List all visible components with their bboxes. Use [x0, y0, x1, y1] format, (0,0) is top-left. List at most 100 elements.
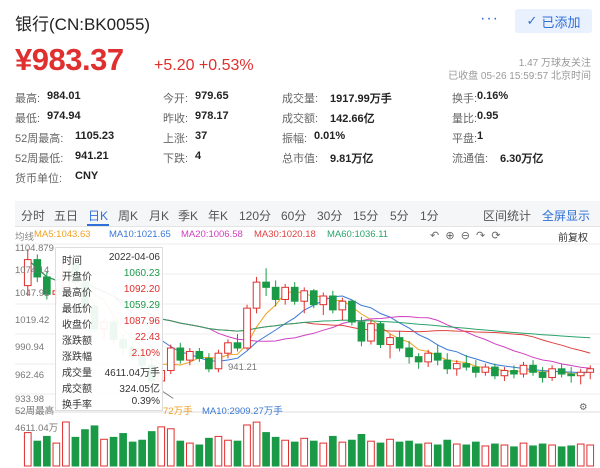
candle-body[interactable] [567, 373, 576, 377]
volume-bar [100, 438, 108, 467]
candle-body[interactable] [529, 364, 537, 373]
added-label: 已添加 [541, 14, 581, 30]
tab-10[interactable]: 15分 [353, 207, 378, 224]
candle-body[interactable] [386, 337, 394, 346]
volume-bar [462, 444, 471, 467]
candle-body[interactable] [271, 286, 280, 300]
candle-body[interactable] [519, 364, 528, 375]
tab-9[interactable]: 30分 [317, 207, 342, 224]
tab-7[interactable]: 120分 [239, 207, 271, 224]
tab-1[interactable]: 五日 [54, 207, 78, 224]
stat-value: 0.01% [314, 130, 346, 142]
tab-4[interactable]: 月K [149, 207, 169, 224]
candle-body[interactable] [500, 370, 509, 377]
volume-bar [62, 421, 70, 467]
candle-body[interactable] [309, 290, 318, 306]
candle-body[interactable] [185, 350, 194, 361]
stat-value: CNY [75, 170, 99, 182]
candle-body[interactable] [281, 286, 290, 300]
volume-bar [128, 441, 137, 467]
candle-body[interactable] [538, 371, 547, 378]
stat-label: 52周最高: [15, 133, 64, 145]
candle-body[interactable] [195, 350, 204, 359]
volume-bar [510, 446, 518, 467]
volume-bar [529, 445, 537, 467]
tab-5[interactable]: 季K [178, 207, 198, 224]
candle-body[interactable] [557, 368, 566, 375]
tab-12[interactable]: 1分 [420, 207, 439, 224]
tab-11[interactable]: 5分 [390, 207, 409, 224]
stat-label: 量比: [452, 113, 478, 125]
candle-body[interactable] [376, 323, 385, 346]
tab-3[interactable]: 周K [118, 207, 138, 224]
candle-body[interactable] [214, 352, 223, 370]
candle-body[interactable] [576, 371, 585, 377]
tab-2[interactable]: 日K [88, 207, 108, 224]
candle-body[interactable] [290, 286, 299, 302]
tab-6[interactable]: 年K [208, 207, 228, 224]
candle-body[interactable] [405, 347, 413, 358]
tooltip-label: 最高价 [62, 288, 92, 299]
stat-value: 941.21 [75, 150, 109, 162]
tooltip-label: 换手率 [62, 400, 92, 411]
candle-body[interactable] [548, 368, 556, 378]
stat-value: 4 [195, 150, 202, 162]
tooltip-label: 开盘价 [62, 272, 92, 283]
volume-bar [405, 440, 413, 467]
candle-body[interactable] [395, 337, 404, 349]
vol-settings-icon[interactable]: ⚙ [579, 402, 588, 413]
volume-bar [395, 441, 404, 467]
volume-bar [109, 436, 118, 467]
volume-bar [433, 444, 442, 467]
candle-body[interactable] [176, 347, 185, 361]
candle-body[interactable] [348, 300, 356, 323]
added-watchlist-button[interactable]: ✓ 已添加 [515, 9, 592, 33]
stat-value: 979.65 [195, 90, 229, 102]
ma-item: MA60:1036.11 [327, 229, 389, 240]
range-stats-link[interactable]: 区间统计 [483, 207, 531, 224]
candle-body[interactable] [491, 366, 499, 377]
tooltip-value: 4611.04万手 [104, 368, 160, 379]
tab-8[interactable]: 60分 [281, 207, 306, 224]
stat-label: 成交额: [282, 113, 319, 125]
candle-body[interactable] [443, 359, 452, 370]
candle-body[interactable] [357, 321, 366, 342]
more-menu-icon[interactable]: ··· [480, 10, 499, 28]
candle-body[interactable] [481, 366, 490, 373]
candle-body[interactable] [252, 281, 261, 309]
candle-body[interactable] [510, 370, 518, 375]
fullscreen-link[interactable]: 全屏显示 [542, 207, 590, 224]
volume-bar [138, 439, 147, 467]
ma-item: MA10:1021.65 [109, 229, 171, 240]
tab-0[interactable]: 分时 [21, 207, 45, 224]
stat-label: 最低: [15, 113, 41, 125]
y-tick: 990.94 [15, 342, 45, 353]
stock-title: 银行(CN:BK0055) [15, 15, 151, 34]
candle-body[interactable] [300, 290, 309, 302]
stat-label: 最高: [15, 93, 41, 105]
candle-body[interactable] [338, 300, 347, 311]
candle-body[interactable] [166, 347, 175, 372]
candle-body[interactable] [262, 281, 270, 288]
candle-body[interactable] [319, 295, 328, 306]
candle-body[interactable] [471, 366, 480, 373]
stat-label: 成交量: [282, 93, 319, 105]
candle-body[interactable] [233, 342, 242, 349]
candle-body[interactable] [586, 368, 595, 373]
volume-bar [491, 443, 499, 467]
candle-body[interactable] [367, 323, 375, 342]
candle-body[interactable] [433, 352, 442, 361]
candle-body[interactable] [328, 295, 337, 311]
candle-body[interactable] [205, 357, 213, 370]
volume-bar [519, 442, 528, 467]
candle-body[interactable] [424, 352, 433, 363]
candle-body[interactable] [462, 363, 471, 368]
candle-body[interactable] [243, 307, 251, 349]
candle-body[interactable] [452, 363, 461, 370]
ma-item: MA5:1043.63 [34, 229, 91, 240]
candle-body[interactable] [224, 342, 232, 354]
volume-bar [205, 437, 213, 467]
candle-body[interactable] [414, 356, 423, 363]
volume-bar [281, 439, 290, 467]
stat-value: 1105.23 [75, 130, 115, 142]
